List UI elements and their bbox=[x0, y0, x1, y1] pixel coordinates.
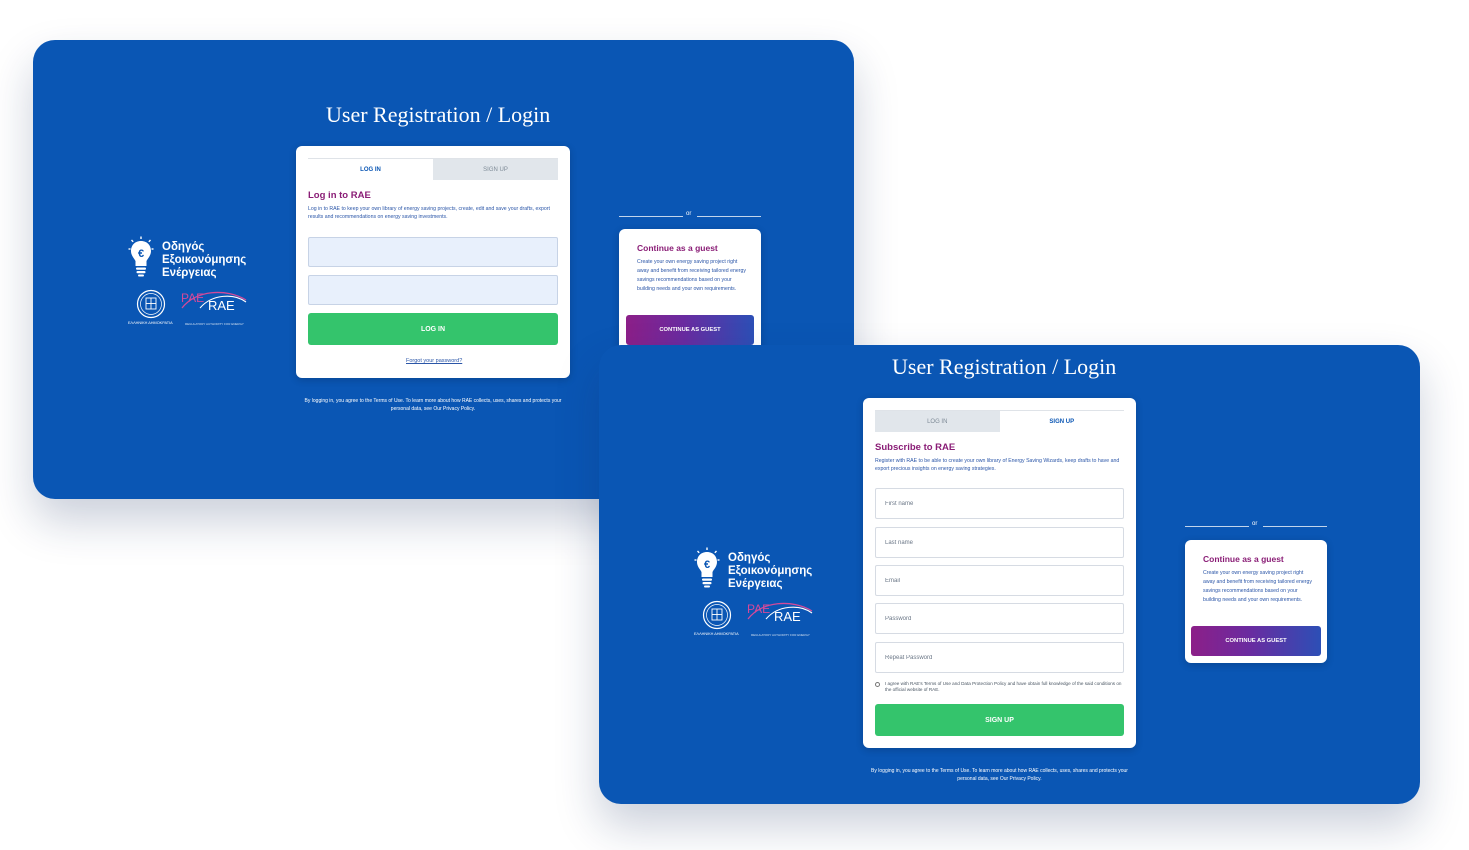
lightbulb-euro-icon: € bbox=[694, 547, 720, 588]
guest-heading: Continue as a guest bbox=[637, 243, 718, 253]
or-label: or bbox=[686, 211, 692, 217]
svg-text:€: € bbox=[704, 559, 710, 571]
password-input[interactable] bbox=[308, 275, 558, 305]
page-title: User Registration / Login bbox=[326, 102, 551, 127]
page-title: User Registration / Login bbox=[892, 354, 1117, 379]
auth-tabs: LOG IN SIGN UP bbox=[875, 410, 1124, 432]
svg-text:RAE: RAE bbox=[208, 298, 235, 313]
state-label: ΕΛΛΗΝΙΚΗ ΔΗΜΟΚΡΑΤΙΑ bbox=[128, 321, 173, 325]
svg-text:ΡΑΕ: ΡΑΕ bbox=[181, 291, 204, 305]
rae-logo-icon: ΡΑΕ RAE bbox=[181, 291, 247, 313]
brand-logo: € Οδηγός Εξοικονόμησης Ενέργειας ΕΛΛΗΝΙΚ… bbox=[128, 236, 258, 328]
rae-caption: REGULATORY AUTHORITY FOR ENERGY bbox=[185, 322, 244, 326]
tab-sign-up[interactable]: SIGN UP bbox=[999, 410, 1124, 432]
terms-checkbox[interactable] bbox=[875, 682, 880, 687]
forgot-password-link[interactable]: Forgot your password? bbox=[406, 358, 462, 364]
continue-as-guest-button[interactable]: CONTINUE AS GUEST bbox=[1191, 626, 1321, 656]
svg-text:RAE: RAE bbox=[774, 609, 801, 624]
card-description: Log in to RAE to keep your own library o… bbox=[308, 206, 550, 220]
card-heading: Log in to RAE bbox=[308, 190, 371, 201]
guest-heading: Continue as a guest bbox=[1203, 554, 1284, 564]
divider-right bbox=[697, 216, 761, 217]
logo-wordmark: Οδηγός Εξοικονόμησης Ενέργειας bbox=[728, 552, 813, 591]
last-name-input[interactable] bbox=[875, 527, 1124, 558]
tab-log-in[interactable]: LOG IN bbox=[308, 158, 433, 180]
terms-footer: By logging in, you agree to the Terms of… bbox=[304, 398, 562, 412]
tab-log-in[interactable]: LOG IN bbox=[875, 410, 1000, 432]
divider-left bbox=[1185, 526, 1249, 527]
lightbulb-euro-icon: € bbox=[128, 236, 154, 277]
repeat-password-input[interactable] bbox=[875, 642, 1124, 673]
login-card: LOG IN SIGN UP Log in to RAE Log in to R… bbox=[296, 146, 570, 378]
card-heading: Subscribe to RAE bbox=[875, 442, 956, 453]
guest-card: Continue as a guest Create your own ener… bbox=[1185, 540, 1327, 663]
username-input[interactable] bbox=[308, 237, 558, 267]
divider-left bbox=[619, 216, 683, 217]
rae-caption: REGULATORY AUTHORITY FOR ENERGY bbox=[751, 633, 810, 637]
terms-agreement-text: I agree with RAE's Terms of Use and Data… bbox=[885, 681, 1122, 693]
greek-state-emblem-icon bbox=[702, 600, 732, 630]
state-label: ΕΛΛΗΝΙΚΗ ΔΗΜΟΚΡΑΤΙΑ bbox=[694, 632, 739, 636]
sign-up-button[interactable]: SIGN UP bbox=[875, 704, 1124, 736]
guest-card: Continue as a guest Create your own ener… bbox=[619, 229, 761, 353]
card-description: Register with RAE to be able to create y… bbox=[875, 458, 1120, 472]
guest-description: Create your own energy saving project ri… bbox=[637, 259, 746, 293]
signup-card: LOG IN SIGN UP Subscribe to RAE Register… bbox=[863, 398, 1136, 748]
signup-screen: User Registration / Login € Οδηγός Εξοικ… bbox=[599, 345, 1420, 804]
svg-text:ΡΑΕ: ΡΑΕ bbox=[747, 602, 770, 616]
auth-tabs: LOG IN SIGN UP bbox=[308, 158, 558, 180]
first-name-input[interactable] bbox=[875, 488, 1124, 519]
terms-footer: By logging in, you agree to the Terms of… bbox=[871, 768, 1128, 782]
continue-as-guest-button[interactable]: CONTINUE AS GUEST bbox=[626, 315, 754, 345]
greek-state-emblem-icon bbox=[136, 289, 166, 319]
password-input[interactable] bbox=[875, 603, 1124, 634]
log-in-button[interactable]: LOG IN bbox=[308, 313, 558, 345]
svg-text:€: € bbox=[138, 248, 144, 260]
divider-right bbox=[1263, 526, 1327, 527]
guest-description: Create your own energy saving project ri… bbox=[1203, 570, 1312, 604]
rae-logo-icon: ΡΑΕ RAE bbox=[747, 602, 813, 624]
logo-wordmark: Οδηγός Εξοικονόμησης Ενέργειας bbox=[162, 241, 247, 280]
email-input[interactable] bbox=[875, 565, 1124, 596]
or-label: or bbox=[1252, 521, 1258, 527]
tab-sign-up[interactable]: SIGN UP bbox=[433, 158, 558, 180]
brand-logo: € Οδηγός Εξοικονόμησης Ενέργειας ΕΛΛΗΝΙΚ… bbox=[694, 547, 824, 639]
